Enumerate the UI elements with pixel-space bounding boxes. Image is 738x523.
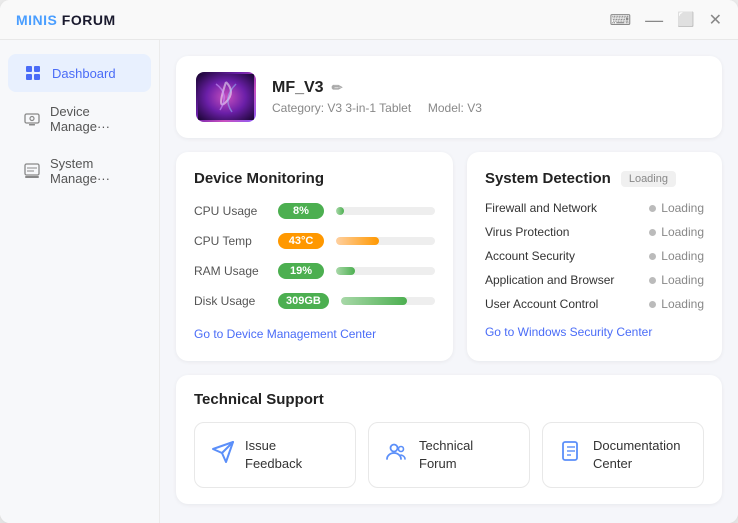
detection-row-virus: Virus Protection Loading [485, 225, 704, 239]
device-card: MF_V3 ✏ Category: V3 3-in-1 Tablet Model… [176, 56, 722, 138]
support-title: Technical Support [194, 391, 704, 408]
account-label: Account Security [485, 249, 575, 263]
issue-feedback-card[interactable]: IssueFeedback [194, 422, 356, 488]
technical-forum-card[interactable]: TechnicalForum [368, 422, 530, 488]
monitor-row-cpu-usage: CPU Usage 8% [194, 203, 435, 219]
sys-detection-header: System Detection Loading [485, 170, 704, 187]
disk-usage-badge: 309GB [278, 293, 329, 309]
device-monitoring-panel: Device Monitoring CPU Usage 8% CPU Temp … [176, 152, 453, 361]
documentation-center-label: DocumentationCenter [593, 437, 680, 473]
panels-row: Device Monitoring CPU Usage 8% CPU Temp … [176, 152, 722, 361]
account-status: Loading [649, 249, 704, 263]
sidebar-item-dashboard[interactable]: Dashboard [8, 54, 151, 92]
device-meta: Category: V3 3-in-1 Tablet Model: V3 [272, 101, 482, 115]
virus-dot [649, 229, 656, 236]
ram-usage-track [336, 267, 435, 275]
cpu-usage-track [336, 207, 435, 215]
uac-label: User Account Control [485, 297, 598, 311]
device-manage-icon [24, 110, 40, 128]
virus-label: Virus Protection [485, 225, 570, 239]
dashboard-icon [24, 64, 42, 82]
browser-status: Loading [649, 273, 704, 287]
detection-row-firewall: Firewall and Network Loading [485, 201, 704, 215]
ram-usage-fill [336, 267, 355, 275]
cpu-usage-label: CPU Usage [194, 204, 266, 218]
device-info: MF_V3 ✏ Category: V3 3-in-1 Tablet Model… [272, 79, 482, 115]
sidebar-label-device-manage: Device Manage··· [50, 104, 135, 134]
firewall-status: Loading [649, 201, 704, 215]
virus-status: Loading [649, 225, 704, 239]
firewall-dot [649, 205, 656, 212]
documentation-center-icon [559, 440, 583, 470]
close-icon[interactable]: ✕ [709, 10, 722, 30]
window-controls: ⌨ — ⬜ ✕ [610, 10, 723, 30]
monitor-row-cpu-temp: CPU Temp 43°C [194, 233, 435, 249]
cpu-usage-fill [336, 207, 344, 215]
edit-device-icon[interactable]: ✏ [332, 80, 343, 96]
ram-usage-label: RAM Usage [194, 264, 266, 278]
technical-support-panel: Technical Support IssueFeedback [176, 375, 722, 504]
detection-row-uac: User Account Control Loading [485, 297, 704, 311]
translate-icon[interactable]: ⌨ [610, 11, 632, 29]
firewall-label: Firewall and Network [485, 201, 597, 215]
sidebar-item-device-manage[interactable]: Device Manage··· [8, 94, 151, 144]
uac-status: Loading [649, 297, 704, 311]
documentation-center-card[interactable]: DocumentationCenter [542, 422, 704, 488]
main-layout: Dashboard Device Manage··· [0, 40, 738, 523]
technical-forum-icon [385, 440, 409, 470]
device-thumbnail [196, 72, 256, 122]
sys-detection-loading-badge: Loading [621, 171, 676, 187]
sidebar-label-dashboard: Dashboard [52, 66, 116, 81]
app-window: MINIS FORUM ⌨ — ⬜ ✕ Dashboard [0, 0, 738, 523]
detection-row-account: Account Security Loading [485, 249, 704, 263]
cpu-temp-track [336, 237, 435, 245]
browser-label: Application and Browser [485, 273, 614, 287]
cpu-usage-badge: 8% [278, 203, 324, 219]
disk-usage-track [341, 297, 435, 305]
browser-dot [649, 277, 656, 284]
system-manage-icon [24, 162, 40, 180]
content-area: MF_V3 ✏ Category: V3 3-in-1 Tablet Model… [160, 40, 738, 523]
system-detection-panel: System Detection Loading Firewall and Ne… [467, 152, 722, 361]
support-cards: IssueFeedback TechnicalForum [194, 422, 704, 488]
monitor-row-disk-usage: Disk Usage 309GB [194, 293, 435, 309]
cpu-temp-badge: 43°C [278, 233, 324, 249]
issue-feedback-label: IssueFeedback [245, 437, 302, 473]
minimize-icon[interactable]: — [645, 11, 663, 29]
uac-dot [649, 301, 656, 308]
app-logo: MINIS FORUM [16, 12, 116, 28]
device-management-link[interactable]: Go to Device Management Center [194, 327, 376, 341]
monitor-row-ram-usage: RAM Usage 19% [194, 263, 435, 279]
ram-usage-badge: 19% [278, 263, 324, 279]
issue-feedback-icon [211, 440, 235, 470]
sidebar-item-system-manage[interactable]: System Manage··· [8, 146, 151, 196]
windows-security-link[interactable]: Go to Windows Security Center [485, 325, 652, 339]
cpu-temp-fill [336, 237, 379, 245]
sidebar-label-system-manage: System Manage··· [50, 156, 135, 186]
sys-detection-title: System Detection [485, 170, 611, 187]
disk-usage-label: Disk Usage [194, 294, 266, 308]
cpu-temp-label: CPU Temp [194, 234, 266, 248]
detection-row-browser: Application and Browser Loading [485, 273, 704, 287]
disk-usage-fill [341, 297, 407, 305]
title-bar: MINIS FORUM ⌨ — ⬜ ✕ [0, 0, 738, 40]
sidebar: Dashboard Device Manage··· [0, 40, 160, 523]
account-dot [649, 253, 656, 260]
maximize-icon[interactable]: ⬜ [677, 11, 694, 28]
device-name: MF_V3 ✏ [272, 79, 482, 97]
monitoring-title: Device Monitoring [194, 170, 435, 187]
technical-forum-label: TechnicalForum [419, 437, 473, 473]
